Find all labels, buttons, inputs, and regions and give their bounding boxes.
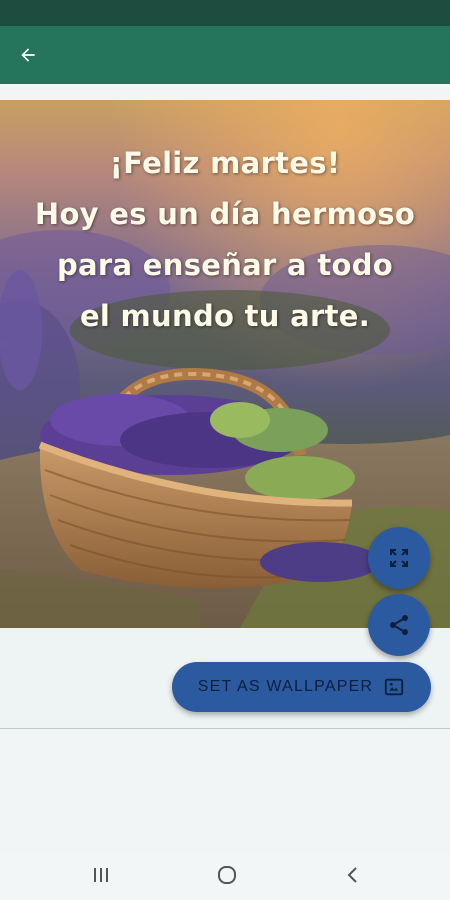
spacer	[0, 84, 450, 100]
share-icon	[390, 615, 408, 635]
set-wallpaper-button[interactable]: SET AS WALLPAPER	[172, 662, 431, 712]
set-wallpaper-label: SET AS WALLPAPER	[197, 678, 374, 695]
nav-back-button[interactable]	[340, 862, 366, 888]
greeting-line: para enseñar a todo	[57, 248, 393, 282]
image-card: ¡Feliz martes! Hoy es un día hermoso par…	[0, 100, 450, 729]
greeting-line: el mundo tu arte.	[79, 299, 371, 333]
wallpaper-icon	[385, 678, 404, 696]
nav-home-button[interactable]	[214, 862, 240, 888]
greeting-text: ¡Feliz martes! Hoy es un día hermoso par…	[0, 138, 450, 342]
share-button[interactable]	[368, 594, 430, 656]
nav-recents-button[interactable]	[88, 862, 114, 888]
fullscreen-button[interactable]	[368, 527, 430, 589]
home-icon	[218, 866, 236, 884]
greeting-line: Hoy es un día hermoso	[34, 197, 416, 231]
status-bar	[0, 0, 450, 26]
arrow-back-icon	[21, 48, 35, 62]
recents-icon	[94, 868, 108, 882]
system-nav-bar	[0, 850, 450, 900]
back-icon	[347, 867, 357, 883]
greeting-line: ¡Feliz martes!	[109, 146, 341, 180]
app-bar	[0, 26, 450, 84]
fullscreen-icon	[390, 549, 408, 567]
back-button[interactable]	[14, 41, 42, 69]
